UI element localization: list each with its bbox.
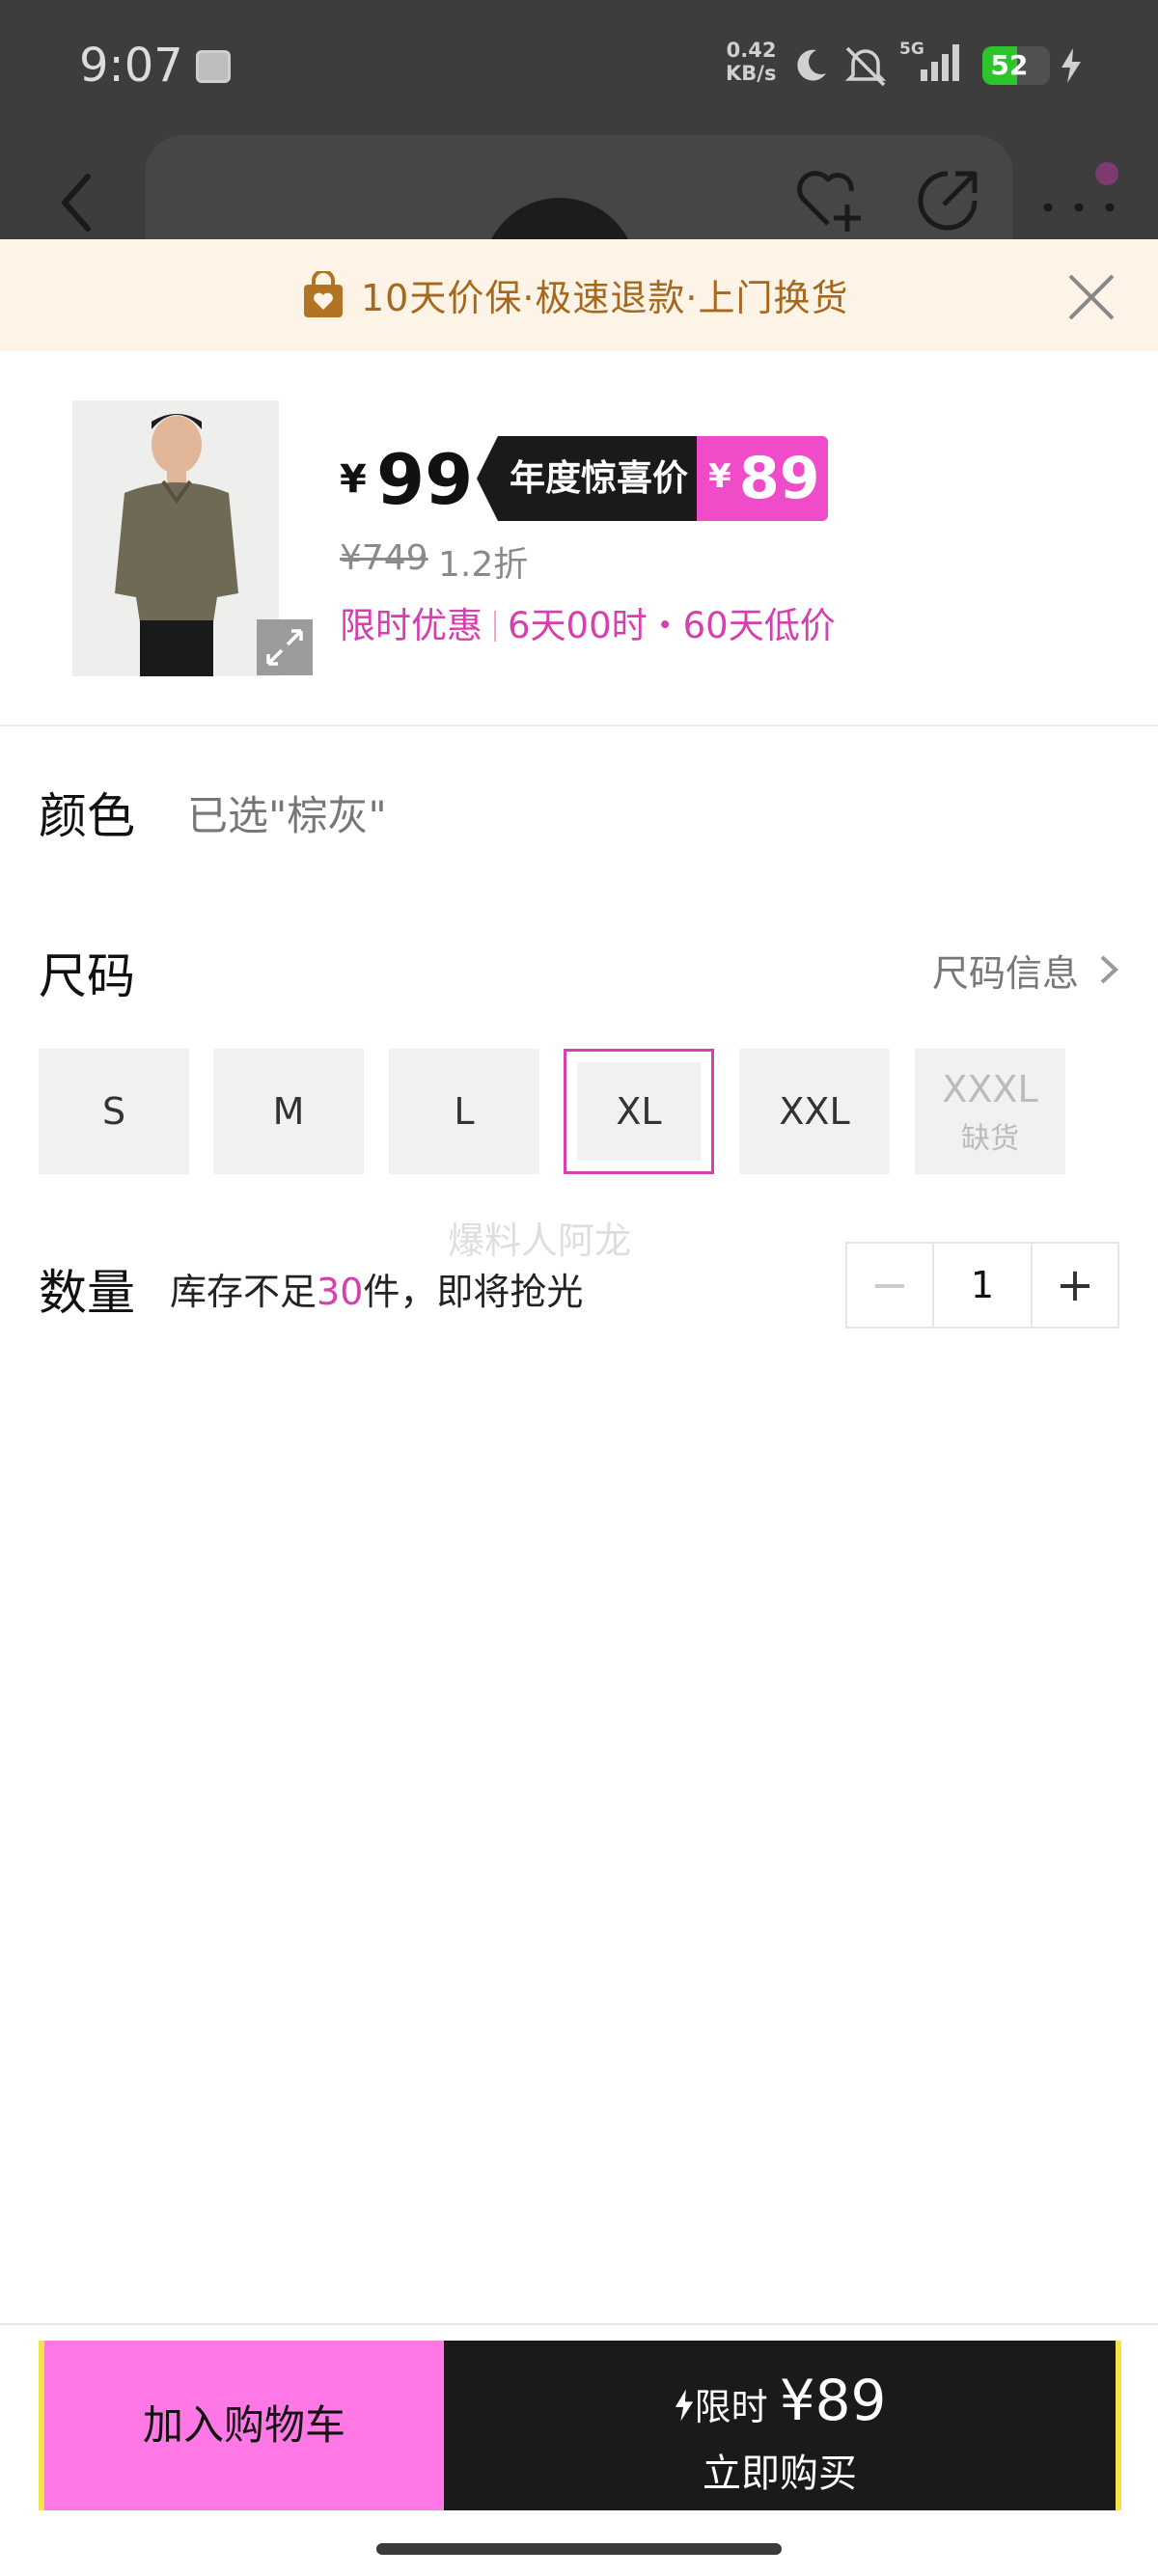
bottom-bar-divider: [0, 2323, 1158, 2325]
size-section-label: 尺码: [39, 948, 135, 1004]
stock-suffix: 件，即将抢光: [363, 1271, 584, 1313]
flash-sale-label: 限时: [694, 2386, 768, 2428]
promo-detail: 6天00时・60天低价: [508, 605, 836, 646]
stock-warning: 库存不足30件，即将抢光: [170, 1262, 583, 1315]
expand-icon[interactable]: [257, 619, 313, 675]
buy-now-label: 立即购买: [703, 2452, 857, 2496]
tag-label-box: 年度惊喜价: [477, 436, 697, 521]
flash-bolt-icon: [675, 2389, 693, 2422]
back-arrow-icon[interactable]: [53, 169, 101, 236]
size-label: XXXL: [942, 1068, 1038, 1110]
promo-label: 限时优惠: [340, 605, 482, 646]
size-option-m[interactable]: M: [213, 1049, 364, 1174]
selected-color: 已选"棕灰": [187, 792, 387, 839]
size-label: M: [272, 1090, 305, 1133]
notification-dot: [1095, 162, 1118, 185]
decrease-button[interactable]: −: [847, 1244, 934, 1327]
out-of-stock-note: 缺货: [961, 1122, 1019, 1156]
shopping-bag-icon: [304, 271, 343, 317]
quantity-stepper: − 1 +: [845, 1242, 1119, 1329]
banner-text: 10天价保·极速退款·上门换货: [361, 277, 849, 319]
battery-icon: 52: [982, 46, 1050, 85]
quantity-section-label: 数量: [39, 1265, 135, 1321]
increase-button[interactable]: +: [1033, 1244, 1117, 1327]
signal-icon: 5G: [899, 40, 959, 81]
moon-icon: [797, 49, 826, 81]
charging-bolt-icon: [1062, 48, 1081, 83]
price-currency: ¥: [340, 457, 367, 502]
network-type: 5G: [899, 40, 924, 59]
sim-card-icon: [196, 50, 231, 83]
limited-time-promo: 限时优惠 6天00时・60天低价: [340, 596, 836, 648]
chevron-right-icon[interactable]: [1096, 951, 1121, 988]
size-label: L: [454, 1090, 475, 1133]
buy-price: ¥89: [779, 2368, 887, 2433]
add-to-cart-label: 加入购物车: [142, 2401, 345, 2449]
color-section-label: 颜色: [39, 788, 135, 844]
section-divider: [0, 725, 1158, 726]
size-label: XXL: [779, 1090, 850, 1133]
watermark-text: 爆料人阿龙: [448, 1219, 632, 1262]
tag-price-box: ¥ 89: [697, 436, 828, 521]
net-speed-unit: KB/s: [726, 62, 777, 85]
size-label: XL: [577, 1062, 701, 1161]
stock-prefix: 库存不足: [170, 1271, 317, 1313]
bell-muted-icon: [844, 46, 887, 87]
size-label: S: [101, 1090, 126, 1133]
tag-label: 年度惊喜价: [510, 457, 688, 499]
more-icon[interactable]: [1040, 188, 1117, 217]
current-price: 99: [376, 439, 474, 520]
original-price: ¥749: [340, 538, 428, 578]
tag-currency: ¥: [708, 457, 731, 496]
status-time: 9:07: [79, 39, 183, 93]
share-icon[interactable]: [915, 166, 982, 233]
tag-price: 89: [739, 445, 820, 512]
size-option-l[interactable]: L: [389, 1049, 539, 1174]
close-icon[interactable]: [1066, 272, 1117, 322]
size-option-s[interactable]: S: [39, 1049, 189, 1174]
buy-price-row: 限时 ¥89: [444, 2368, 1116, 2433]
size-option-xxxl: XXXL 缺货: [915, 1049, 1065, 1174]
size-info-link[interactable]: 尺码信息: [932, 944, 1079, 997]
buy-now-button[interactable]: 限时 ¥89 立即购买: [444, 2341, 1121, 2510]
promo-separator: [494, 611, 496, 642]
add-to-cart-button[interactable]: 加入购物车: [39, 2341, 444, 2510]
home-indicator[interactable]: [376, 2543, 782, 2555]
stock-count: 30: [317, 1271, 364, 1313]
discount-rate: 1.2折: [438, 545, 529, 585]
net-speed-value: 0.42: [726, 39, 777, 62]
guarantee-banner: 10天价保·极速退款·上门换货: [0, 239, 1158, 351]
heart-plus-icon[interactable]: [789, 162, 867, 239]
net-speed: 0.42 KB/s: [726, 39, 776, 85]
status-bar: 9:07 0.42 KB/s 5G 52: [0, 0, 1158, 135]
size-option-xl[interactable]: XL: [564, 1049, 714, 1174]
size-option-xxl[interactable]: XXL: [739, 1049, 890, 1174]
quantity-value[interactable]: 1: [934, 1244, 1033, 1327]
product-thumbnail[interactable]: [72, 400, 279, 676]
model-figure-image: [72, 400, 279, 676]
battery-percent: 52: [990, 49, 1029, 81]
